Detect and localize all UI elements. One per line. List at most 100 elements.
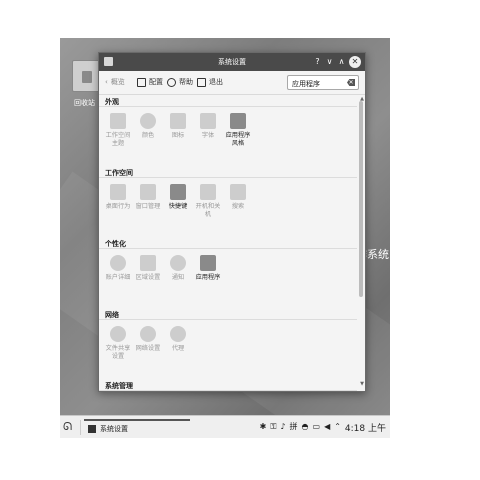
quit-icon bbox=[197, 77, 206, 87]
settings-item-label: 网络设置 bbox=[135, 345, 161, 352]
titlebar[interactable]: 系统设置 ? ∨ ∧ ✕ bbox=[99, 53, 365, 71]
settings-content: 外观 工作空间主题 颜色 图标 字体 应用程序风格 工作空间 桌面行为 窗口管理 快捷键 开机和关机… bbox=[99, 95, 357, 391]
help-icon bbox=[167, 77, 176, 87]
section-title: 外观 bbox=[99, 95, 357, 107]
notification-icon bbox=[170, 255, 186, 271]
applications-icon bbox=[200, 255, 216, 271]
task-system-settings[interactable]: 系统设置 bbox=[84, 419, 190, 436]
back-button[interactable]: ‹ 概览 bbox=[105, 77, 125, 87]
settings-section: 个性化账户详细 区域设置 通知 应用程序 bbox=[99, 237, 357, 308]
trash-icon[interactable] bbox=[72, 60, 100, 92]
search-input[interactable]: 应用程序 ✕ bbox=[287, 75, 359, 90]
settings-item-label: 桌面行为 bbox=[105, 203, 131, 210]
settings-item[interactable]: 快捷键 bbox=[165, 184, 191, 233]
desktop-behavior-icon bbox=[110, 184, 126, 200]
chevron-up-icon[interactable]: ⌃ bbox=[334, 420, 341, 434]
settings-section: 系统管理 bbox=[99, 379, 357, 391]
task-label: 系统设置 bbox=[100, 424, 128, 433]
help-label: 帮助 bbox=[179, 78, 193, 86]
section-title: 网络 bbox=[99, 308, 357, 320]
settings-item-label: 应用程序风格 bbox=[225, 132, 251, 147]
close-button[interactable]: ✕ bbox=[349, 56, 361, 68]
settings-item[interactable]: 工作空间主题 bbox=[105, 113, 131, 162]
configure-icon bbox=[137, 77, 146, 87]
system-tray: ✱ ⚿ ♪ 拼 ◓ ▭ ◀ ⌃ 4:18 上午 bbox=[260, 420, 386, 434]
launcher-icon[interactable]: ᘏ bbox=[63, 420, 75, 434]
scrollbar[interactable] bbox=[359, 101, 363, 297]
settings-item-label: 通知 bbox=[171, 274, 185, 281]
minimize-button[interactable]: ∨ bbox=[324, 56, 335, 68]
shield-icon[interactable]: ◓ bbox=[302, 420, 309, 434]
chevron-left-icon: ‹ bbox=[105, 78, 108, 86]
color-icon bbox=[140, 113, 156, 129]
settings-item-label: 代理 bbox=[171, 345, 185, 352]
settings-item-label: 账户详细 bbox=[105, 274, 131, 281]
settings-item[interactable]: 应用程序 bbox=[195, 255, 221, 304]
app-icon bbox=[88, 424, 96, 433]
settings-item-label: 应用程序 bbox=[195, 274, 221, 281]
system-settings-window: 系统设置 ? ∨ ∧ ✕ ‹ 概览 配置 帮助 退出 应用程序 ✕ ▲ ▼ 外观… bbox=[98, 52, 366, 392]
settings-item-label: 区域设置 bbox=[135, 274, 161, 281]
back-label: 概览 bbox=[110, 78, 125, 86]
section-title: 个性化 bbox=[99, 237, 357, 249]
configure-label: 配置 bbox=[149, 78, 163, 86]
settings-item[interactable]: 开机和关机 bbox=[195, 184, 221, 233]
settings-item[interactable]: 颜色 bbox=[135, 113, 161, 162]
settings-section: 工作空间桌面行为 窗口管理 快捷键 开机和关机 搜索 bbox=[99, 166, 357, 237]
settings-item[interactable]: 桌面行为 bbox=[105, 184, 131, 233]
window-management-icon bbox=[140, 184, 156, 200]
settings-item[interactable]: 窗口管理 bbox=[135, 184, 161, 233]
settings-item-label: 文件共享设置 bbox=[105, 345, 131, 360]
desktop: 回收站 作系统 系统设置 ? ∨ ∧ ✕ ‹ 概览 配置 帮助 退出 应用程序 … bbox=[60, 38, 390, 438]
section-title: 系统管理 bbox=[99, 379, 357, 391]
settings-item[interactable]: 区域设置 bbox=[135, 255, 161, 304]
section-title: 工作空间 bbox=[99, 166, 357, 178]
taskbar: ᘏ 系统设置 ✱ ⚿ ♪ 拼 ◓ ▭ ◀ ⌃ 4:18 上午 bbox=[60, 415, 390, 438]
search-icon bbox=[230, 184, 246, 200]
file-sharing-icon bbox=[110, 326, 126, 342]
settings-item[interactable]: 账户详细 bbox=[105, 255, 131, 304]
section-items: 工作空间主题 颜色 图标 字体 应用程序风格 bbox=[99, 107, 357, 166]
help-toolbar-button[interactable]: 帮助 bbox=[167, 77, 193, 87]
settings-item-label: 搜索 bbox=[231, 203, 245, 210]
settings-section: 外观工作空间主题 颜色 图标 字体 应用程序风格 bbox=[99, 95, 357, 166]
configure-button[interactable]: 配置 bbox=[137, 77, 163, 87]
startup-shutdown-icon bbox=[200, 184, 216, 200]
settings-item-label: 字体 bbox=[201, 132, 215, 139]
help-button[interactable]: ? bbox=[312, 56, 323, 68]
lock-icon[interactable]: ⚿ bbox=[270, 420, 276, 434]
settings-item-label: 窗口管理 bbox=[135, 203, 161, 210]
settings-item[interactable]: 通知 bbox=[165, 255, 191, 304]
toolbar: ‹ 概览 配置 帮助 退出 应用程序 ✕ bbox=[99, 71, 365, 95]
section-items: 账户详细 区域设置 通知 应用程序 bbox=[99, 249, 357, 308]
settings-item[interactable]: 字体 bbox=[195, 113, 221, 162]
settings-item-label: 快捷键 bbox=[168, 203, 188, 210]
regional-settings-icon bbox=[140, 255, 156, 271]
settings-item[interactable]: 应用程序风格 bbox=[225, 113, 251, 162]
display-icon[interactable]: ▭ bbox=[313, 420, 321, 434]
search-value: 应用程序 bbox=[292, 80, 320, 88]
app-style-icon bbox=[230, 113, 246, 129]
input-method-icon[interactable]: 拼 bbox=[290, 420, 298, 434]
maximize-button[interactable]: ∧ bbox=[336, 56, 347, 68]
quit-button[interactable]: 退出 bbox=[197, 77, 223, 87]
clock[interactable]: 4:18 上午 bbox=[345, 421, 386, 434]
settings-section: 网络文件共享设置 网络设置 代理 bbox=[99, 308, 357, 379]
trash-label: 回收站 bbox=[74, 99, 95, 107]
section-items: 桌面行为 窗口管理 快捷键 开机和关机 搜索 bbox=[99, 178, 357, 237]
volume-icon[interactable]: ♪ bbox=[280, 420, 285, 434]
settings-item-label: 开机和关机 bbox=[195, 203, 221, 218]
scroll-down-arrow[interactable]: ▼ bbox=[360, 381, 364, 387]
settings-item[interactable]: 文件共享设置 bbox=[105, 326, 131, 375]
speaker-icon[interactable]: ◀ bbox=[324, 420, 330, 434]
account-icon bbox=[110, 255, 126, 271]
bluetooth-icon[interactable]: ✱ bbox=[260, 420, 267, 434]
settings-item[interactable]: 搜索 bbox=[225, 184, 251, 233]
settings-item[interactable]: 网络设置 bbox=[135, 326, 161, 375]
settings-item[interactable]: 代理 bbox=[165, 326, 191, 375]
clear-search-icon[interactable]: ✕ bbox=[347, 79, 355, 86]
shortcuts-icon bbox=[170, 184, 186, 200]
settings-item[interactable]: 图标 bbox=[165, 113, 191, 162]
taskbar-divider bbox=[80, 420, 81, 435]
section-items: 文件共享设置 网络设置 代理 bbox=[99, 320, 357, 379]
